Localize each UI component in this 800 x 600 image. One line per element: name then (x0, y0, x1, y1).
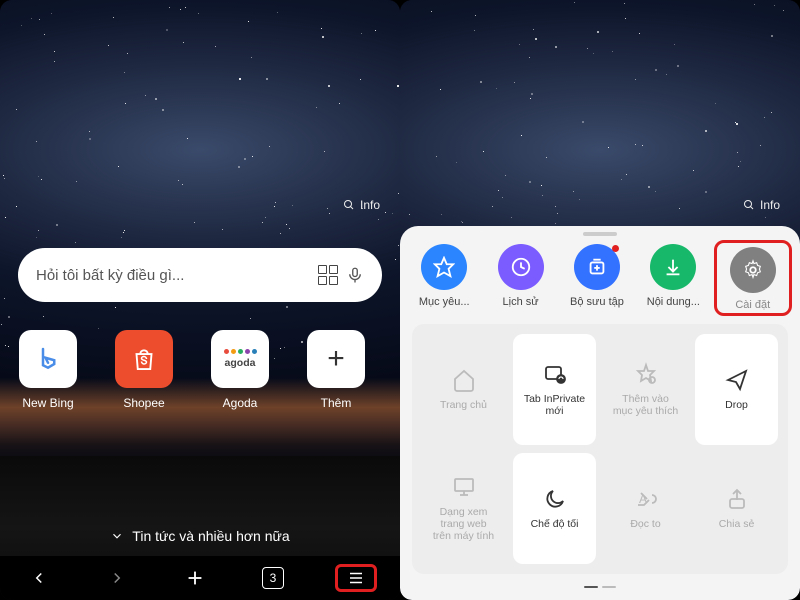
shortcut-row: New Bing Shopee agoda Agoda + Thêm (18, 330, 382, 410)
search-icon (343, 199, 355, 211)
star-plus-icon (634, 362, 658, 386)
newsfeed-label: Tin tức và nhiều hơn nữa (132, 528, 289, 544)
screen-left: Info Hỏi tôi bất kỳ điều gì... New Bing … (0, 0, 400, 600)
star-icon (421, 244, 467, 290)
home-button[interactable]: Trang chủ (422, 334, 505, 445)
collections-icon (574, 244, 620, 290)
circ-label: Bộ sưu tập (570, 296, 624, 308)
favorites-button[interactable]: Mục yêu... (412, 244, 476, 314)
shortcut-label: Thêm (321, 396, 352, 410)
notification-dot (612, 245, 619, 252)
add-favorite-button[interactable]: Thêm vào mục yêu thích (604, 334, 687, 445)
back-button[interactable] (23, 569, 55, 587)
grid-label: Chế độ tối (531, 518, 579, 530)
shopee-icon (115, 330, 173, 388)
pager-dot (602, 586, 616, 588)
plus-icon: + (307, 330, 365, 388)
shortcut-new-bing[interactable]: New Bing (18, 330, 78, 410)
send-icon (725, 368, 749, 392)
qr-scan-icon[interactable] (318, 265, 338, 285)
grid-label: Thêm vào mục yêu thích (613, 393, 678, 417)
moon-icon (543, 487, 567, 511)
screen-right: Info Mục yêu... Lịch sử Bộ sưu tập Nội d… (400, 0, 800, 600)
shortcut-add[interactable]: + Thêm (306, 330, 366, 410)
grid-label: Trang chủ (440, 399, 487, 411)
dark-mode-button[interactable]: Chế độ tối (513, 453, 596, 564)
agoda-icon: agoda (211, 330, 269, 388)
circ-label: Cài đặt (735, 299, 770, 311)
info-label: Info (760, 198, 780, 212)
chevron-down-icon (110, 529, 124, 543)
search-bar[interactable]: Hỏi tôi bất kỳ điều gì... (18, 248, 382, 302)
menu-button[interactable] (335, 564, 377, 592)
menu-sheet: Mục yêu... Lịch sử Bộ sưu tập Nội dung..… (400, 226, 800, 600)
forward-button[interactable] (101, 569, 133, 587)
collections-button[interactable]: Bộ sưu tập (565, 244, 629, 314)
desktop-icon (452, 475, 476, 499)
shortcut-label: Shopee (123, 396, 164, 410)
shortcut-shopee[interactable]: Shopee (114, 330, 174, 410)
read-aloud-icon: A (634, 487, 658, 511)
info-label: Info (360, 198, 380, 212)
search-icon (743, 199, 755, 211)
voice-search-icon[interactable] (346, 264, 364, 286)
history-button[interactable]: Lịch sử (489, 244, 553, 314)
new-tab-button[interactable] (179, 567, 211, 589)
downloads-button[interactable]: Nội dung... (641, 244, 705, 314)
inprivate-icon (543, 362, 567, 386)
svg-text:A: A (639, 492, 647, 506)
inprivate-tab-button[interactable]: Tab InPrivate mới (513, 334, 596, 445)
pager[interactable] (400, 574, 800, 600)
actions-grid: Trang chủ Tab InPrivate mới Thêm vào mục… (412, 324, 788, 574)
pager-dot (584, 586, 598, 588)
tab-count: 3 (262, 567, 284, 589)
download-icon (650, 244, 696, 290)
quick-actions-row: Mục yêu... Lịch sử Bộ sưu tập Nội dung..… (400, 240, 800, 320)
grid-label: Chia sẻ (719, 518, 755, 530)
circ-label: Lịch sử (503, 296, 539, 308)
sheet-handle[interactable] (583, 232, 617, 236)
circ-label: Nội dung... (647, 296, 700, 308)
search-placeholder: Hỏi tôi bất kỳ điều gì... (36, 267, 310, 284)
share-icon (725, 487, 749, 511)
settings-button[interactable]: Cài đặt (714, 240, 792, 316)
grid-label: Tab InPrivate mới (524, 393, 585, 417)
gear-icon (730, 247, 776, 293)
read-aloud-button[interactable]: A Đọc to (604, 453, 687, 564)
bottom-nav: 3 (0, 556, 400, 600)
circ-label: Mục yêu... (419, 296, 470, 308)
newsfeed-toggle[interactable]: Tin tức và nhiều hơn nữa (0, 528, 400, 544)
shortcut-label: Agoda (223, 396, 258, 410)
share-button[interactable]: Chia sẻ (695, 453, 778, 564)
info-badge[interactable]: Info (343, 198, 380, 212)
bing-icon (19, 330, 77, 388)
info-badge[interactable]: Info (743, 198, 780, 212)
shortcut-agoda[interactable]: agoda Agoda (210, 330, 270, 410)
grid-label: Drop (725, 399, 748, 411)
home-icon (452, 368, 476, 392)
shortcut-label: New Bing (22, 396, 73, 410)
tabs-button[interactable]: 3 (257, 567, 289, 589)
history-icon (498, 244, 544, 290)
desktop-site-button[interactable]: Dạng xem trang web trên máy tính (422, 453, 505, 564)
drop-button[interactable]: Drop (695, 334, 778, 445)
grid-label: Đọc to (630, 518, 660, 530)
grid-label: Dạng xem trang web trên máy tính (433, 506, 494, 542)
